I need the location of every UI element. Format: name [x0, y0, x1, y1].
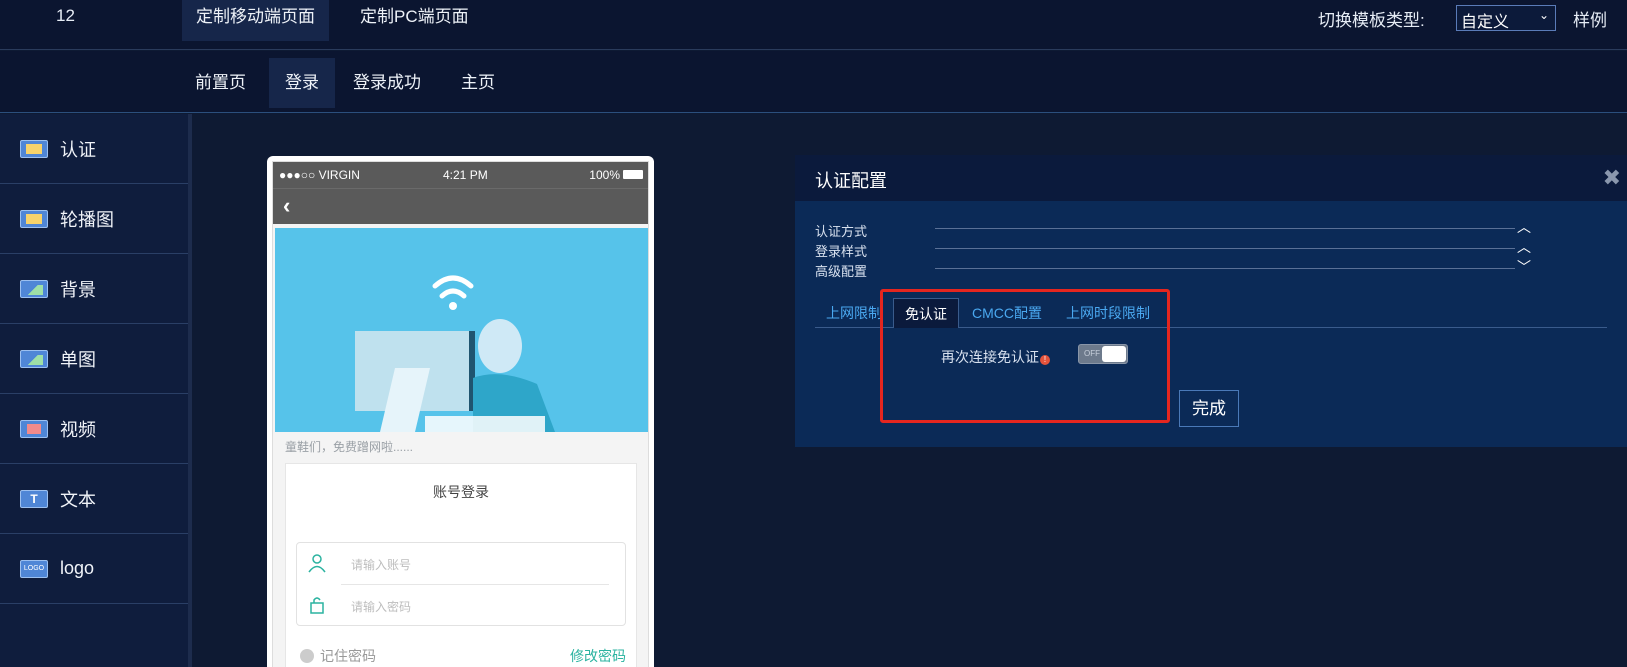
panel-header: 认证配置 ✖	[795, 155, 1627, 201]
divider	[935, 268, 1515, 269]
login-card: 账号登录 请输入账号 请输入密码 记住密码 修改密码	[285, 463, 637, 667]
password-placeholder: 请输入密码	[351, 600, 412, 614]
wifi-user-illustration	[355, 275, 555, 432]
login-title: 账号登录	[433, 484, 489, 500]
divider	[935, 248, 1515, 249]
tab-front-page[interactable]: 前置页	[179, 58, 262, 108]
page-tabs-bar: 前置页 登录 登录成功 主页	[0, 51, 1627, 113]
panel-title: 认证配置	[815, 171, 887, 191]
sidebar-item-single-image[interactable]: 单图	[0, 324, 188, 394]
user-icon	[307, 553, 327, 573]
row-label: 高级配置	[815, 264, 868, 279]
radio-icon	[300, 649, 314, 663]
phone-preview: ●●●○○ VIRGIN 4:21 PM 100% ‹ 童鞋们，免费蹭网啦...…	[267, 156, 654, 667]
status-time: 4:21 PM	[443, 168, 488, 182]
sidebar-item-label: 认证	[60, 139, 96, 160]
phone-nav-bar: ‹	[273, 188, 648, 224]
login-fields: 请输入账号 请输入密码	[296, 542, 626, 626]
sidebar-item-auth[interactable]: 认证	[0, 114, 188, 184]
carrier-text: ●●●○○ VIRGIN	[279, 168, 360, 182]
row-login-style[interactable]: 登录样式 ︿	[815, 239, 1531, 260]
divider	[935, 228, 1515, 229]
image-icon	[20, 279, 48, 298]
row-advanced-config[interactable]: 高级配置 ﹀	[815, 259, 1531, 280]
component-sidebar: 认证 轮播图 背景 单图 视频 T 文本 LOGO logo	[0, 114, 192, 667]
screen-icon	[20, 139, 48, 158]
back-icon[interactable]: ‹	[283, 193, 290, 219]
battery-icon	[623, 170, 643, 179]
remember-password[interactable]: 记住密码	[300, 646, 376, 666]
sidebar-item-label: 背景	[60, 279, 96, 300]
tab-pc-page[interactable]: 定制PC端页面	[346, 0, 483, 41]
screen-icon	[20, 209, 48, 228]
chevron-down-icon: ⌄	[1538, 8, 1549, 22]
chevron-up-icon[interactable]: ︿	[1517, 237, 1531, 257]
sidebar-item-text[interactable]: T 文本	[0, 464, 188, 534]
close-icon[interactable]: ✖	[1603, 165, 1621, 191]
done-button[interactable]: 完成	[1179, 390, 1239, 427]
top-bar: 12 定制移动端页面 定制PC端页面 切换模板类型: 自定义 ⌄ 样例	[0, 0, 1627, 50]
image-icon	[20, 349, 48, 368]
battery-text: 100%	[589, 168, 620, 182]
sidebar-item-label: logo	[60, 558, 95, 578]
sidebar-item-label: 轮播图	[60, 209, 114, 230]
chevron-up-icon[interactable]: ︿	[1517, 217, 1531, 237]
sidebar-item-label: 视频	[60, 419, 96, 440]
text-icon: T	[20, 489, 48, 508]
banner-image	[275, 228, 648, 432]
sidebar-item-video[interactable]: 视频	[0, 394, 188, 464]
tab-login[interactable]: 登录	[269, 58, 335, 108]
logo-icon: LOGO	[20, 559, 48, 578]
lock-icon	[307, 595, 327, 615]
sidebar-item-logo[interactable]: LOGO logo	[0, 534, 188, 604]
row-auth-method[interactable]: 认证方式 ︿	[815, 219, 1531, 240]
account-field[interactable]: 请输入账号	[297, 543, 625, 584]
sidebar-item-label: 文本	[60, 489, 96, 510]
sidebar-item-background[interactable]: 背景	[0, 254, 188, 324]
account-placeholder: 请输入账号	[351, 558, 412, 572]
video-icon	[20, 419, 48, 438]
row-label: 登录样式	[815, 244, 868, 259]
change-password-link[interactable]: 修改密码	[570, 646, 626, 666]
template-type-select[interactable]: 自定义 ⌄	[1456, 5, 1556, 31]
remember-label: 记住密码	[320, 648, 376, 664]
page-number: 12	[56, 6, 75, 25]
highlight-box	[880, 289, 1170, 423]
template-type-value: 自定义	[1461, 14, 1510, 31]
template-type-label: 切换模板类型:	[1318, 11, 1425, 30]
status-bar: ●●●○○ VIRGIN 4:21 PM 100%	[273, 162, 648, 188]
sidebar-item-carousel[interactable]: 轮播图	[0, 184, 188, 254]
chevron-down-icon[interactable]: ﹀	[1517, 257, 1531, 277]
tab-login-success[interactable]: 登录成功	[337, 58, 437, 108]
sample-link[interactable]: 样例	[1573, 6, 1607, 31]
row-label: 认证方式	[815, 224, 868, 239]
password-field[interactable]: 请输入密码	[310, 584, 609, 625]
banner-caption: 童鞋们，免费蹭网啦......	[285, 440, 414, 454]
sidebar-item-label: 单图	[60, 349, 96, 370]
tab-mobile-page[interactable]: 定制移动端页面	[182, 0, 329, 41]
tab-home[interactable]: 主页	[445, 58, 511, 108]
